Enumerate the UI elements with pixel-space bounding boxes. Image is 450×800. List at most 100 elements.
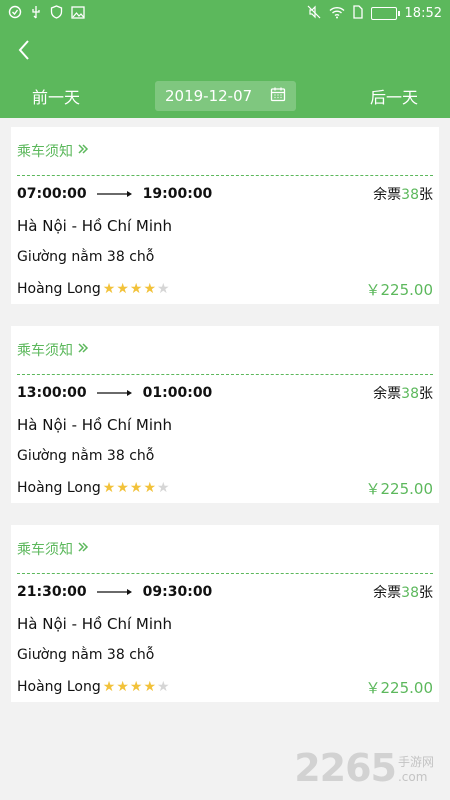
operator-name: Hoàng Long xyxy=(17,679,101,695)
star-filled-icon: ★ xyxy=(102,281,116,297)
operator-row: Hoàng Long ★ ★ ★ ★ ★ ￥225.00 xyxy=(17,672,433,702)
operator-row: Hoàng Long ★ ★ ★ ★ ★ ￥225.00 xyxy=(17,274,433,304)
route: Hà Nội - Hồ Chí Minh xyxy=(17,416,173,434)
time-row: 13:00:00 01:00:00 余票38张 xyxy=(17,375,433,411)
star-filled-icon: ★ xyxy=(143,480,157,496)
tickets-left: 余票38张 xyxy=(373,582,433,602)
double-chevron-right-icon xyxy=(77,541,89,557)
star-filled-icon: ★ xyxy=(102,480,116,496)
mute-icon xyxy=(307,5,321,21)
star-empty-icon: ★ xyxy=(157,679,170,695)
tickets-prefix: 余票 xyxy=(373,585,402,601)
star-filled-icon: ★ xyxy=(102,679,116,695)
trip-card[interactable]: 乘车须知 21:30:00 09:30:00 余票38张 Hà Nội - Hồ… xyxy=(11,525,439,702)
date-value: 2019-12-07 xyxy=(165,87,253,105)
trip-times: 13:00:00 01:00:00 xyxy=(17,385,212,401)
tickets-suffix: 张 xyxy=(419,187,433,203)
depart-time: 07:00:00 xyxy=(17,186,87,202)
status-right: 18:52 xyxy=(307,5,442,21)
seat-type: Giường nằm 38 chỗ xyxy=(17,647,155,663)
time-row: 07:00:00 19:00:00 余票38张 xyxy=(17,176,433,212)
watermark-number: 2265 xyxy=(294,746,397,790)
star-filled-icon: ★ xyxy=(129,480,143,496)
price: ￥225.00 xyxy=(365,479,434,498)
tickets-prefix: 余票 xyxy=(373,187,402,203)
price: ￥225.00 xyxy=(365,280,434,299)
check-circle-icon xyxy=(8,5,22,21)
trip-card[interactable]: 乘车须知 07:00:00 19:00:00 余票38张 Hà Nội - Hồ… xyxy=(11,127,439,304)
star-filled-icon: ★ xyxy=(143,281,157,297)
status-bar: 18:52 xyxy=(0,0,450,26)
watermark-text-top: 手游网 xyxy=(397,755,434,769)
time-row: 21:30:00 09:30:00 余票38张 xyxy=(17,574,433,610)
trip-list: 乘车须知 07:00:00 19:00:00 余票38张 Hà Nội - Hồ… xyxy=(11,127,439,724)
star-filled-icon: ★ xyxy=(116,281,129,297)
site-watermark-logo: 2265 手游网 .com xyxy=(294,746,434,790)
next-day-button[interactable]: 后一天 xyxy=(370,84,418,108)
trip-times: 07:00:00 19:00:00 xyxy=(17,186,212,202)
tickets-count: 38 xyxy=(401,585,419,601)
arrive-time: 01:00:00 xyxy=(142,385,213,401)
star-filled-icon: ★ xyxy=(129,679,143,695)
operator: Hoàng Long ★ ★ ★ ★ ★ xyxy=(17,679,170,695)
tickets-left: 余票38张 xyxy=(373,383,433,403)
double-chevron-right-icon xyxy=(77,342,89,358)
date-picker[interactable]: 2019-12-07 xyxy=(155,81,296,111)
arrive-time: 19:00:00 xyxy=(142,186,213,202)
tickets-left: 余票38张 xyxy=(373,184,433,204)
operator: Hoàng Long ★ ★ ★ ★ ★ xyxy=(17,281,170,297)
rating-stars: ★ ★ ★ ★ ★ xyxy=(103,481,170,495)
prev-day-button[interactable]: 前一天 xyxy=(32,84,80,108)
arrow-right-icon xyxy=(96,190,133,198)
depart-time: 13:00:00 xyxy=(17,385,87,401)
trip-times: 21:30:00 09:30:00 xyxy=(17,584,212,600)
seat-type: Giường nằm 38 chỗ xyxy=(17,249,155,265)
image-icon xyxy=(71,5,85,21)
operator-row: Hoàng Long ★ ★ ★ ★ ★ ￥225.00 xyxy=(17,473,433,503)
tickets-suffix: 张 xyxy=(419,386,433,402)
tickets-count: 38 xyxy=(401,386,419,402)
back-button[interactable] xyxy=(10,36,38,64)
tickets-prefix: 余票 xyxy=(373,386,402,402)
boarding-notice-link[interactable]: 乘车须知 xyxy=(17,326,433,375)
star-filled-icon: ★ xyxy=(129,281,143,297)
seat-type: Giường nằm 38 chỗ xyxy=(17,448,155,464)
date-bar: 前一天 2019-12-07 后一天 xyxy=(0,80,450,112)
chevron-left-icon xyxy=(18,40,29,60)
price: ￥225.00 xyxy=(365,678,434,697)
star-filled-icon: ★ xyxy=(116,480,129,496)
depart-time: 21:30:00 xyxy=(17,584,87,600)
status-time: 18:52 xyxy=(404,5,442,21)
shield-icon xyxy=(50,5,63,21)
boarding-notice-link[interactable]: 乘车须知 xyxy=(17,127,433,176)
operator-name: Hoàng Long xyxy=(17,281,101,297)
arrow-right-icon xyxy=(96,588,133,596)
star-empty-icon: ★ xyxy=(157,480,170,496)
arrow-right-icon xyxy=(96,389,133,397)
operator-name: Hoàng Long xyxy=(17,480,101,496)
operator: Hoàng Long ★ ★ ★ ★ ★ xyxy=(17,480,170,496)
arrive-time: 09:30:00 xyxy=(142,584,213,600)
app-header: 18:52 前一天 2019-12-07 后一天 xyxy=(0,0,450,118)
boarding-notice-label: 乘车须知 xyxy=(17,343,73,359)
tickets-count: 38 xyxy=(401,187,419,203)
star-empty-icon: ★ xyxy=(157,281,170,297)
boarding-notice-label: 乘车须知 xyxy=(17,144,73,160)
calendar-icon xyxy=(270,86,286,106)
route: Hà Nội - Hồ Chí Minh xyxy=(17,217,173,235)
battery-icon xyxy=(370,6,400,20)
status-left xyxy=(8,5,85,21)
watermark-text: 手游网 .com xyxy=(398,753,434,784)
double-chevron-right-icon xyxy=(77,143,89,159)
rating-stars: ★ ★ ★ ★ ★ xyxy=(103,282,170,296)
star-filled-icon: ★ xyxy=(143,679,157,695)
trip-card[interactable]: 乘车须知 13:00:00 01:00:00 余票38张 Hà Nội - Hồ… xyxy=(11,326,439,503)
star-filled-icon: ★ xyxy=(116,679,129,695)
boarding-notice-label: 乘车须知 xyxy=(17,542,73,558)
route: Hà Nội - Hồ Chí Minh xyxy=(17,615,173,633)
watermark-text-bottom: .com xyxy=(397,770,428,784)
sim-icon xyxy=(352,5,363,21)
usb-icon xyxy=(30,5,42,21)
rating-stars: ★ ★ ★ ★ ★ xyxy=(103,680,170,694)
boarding-notice-link[interactable]: 乘车须知 xyxy=(17,525,433,574)
